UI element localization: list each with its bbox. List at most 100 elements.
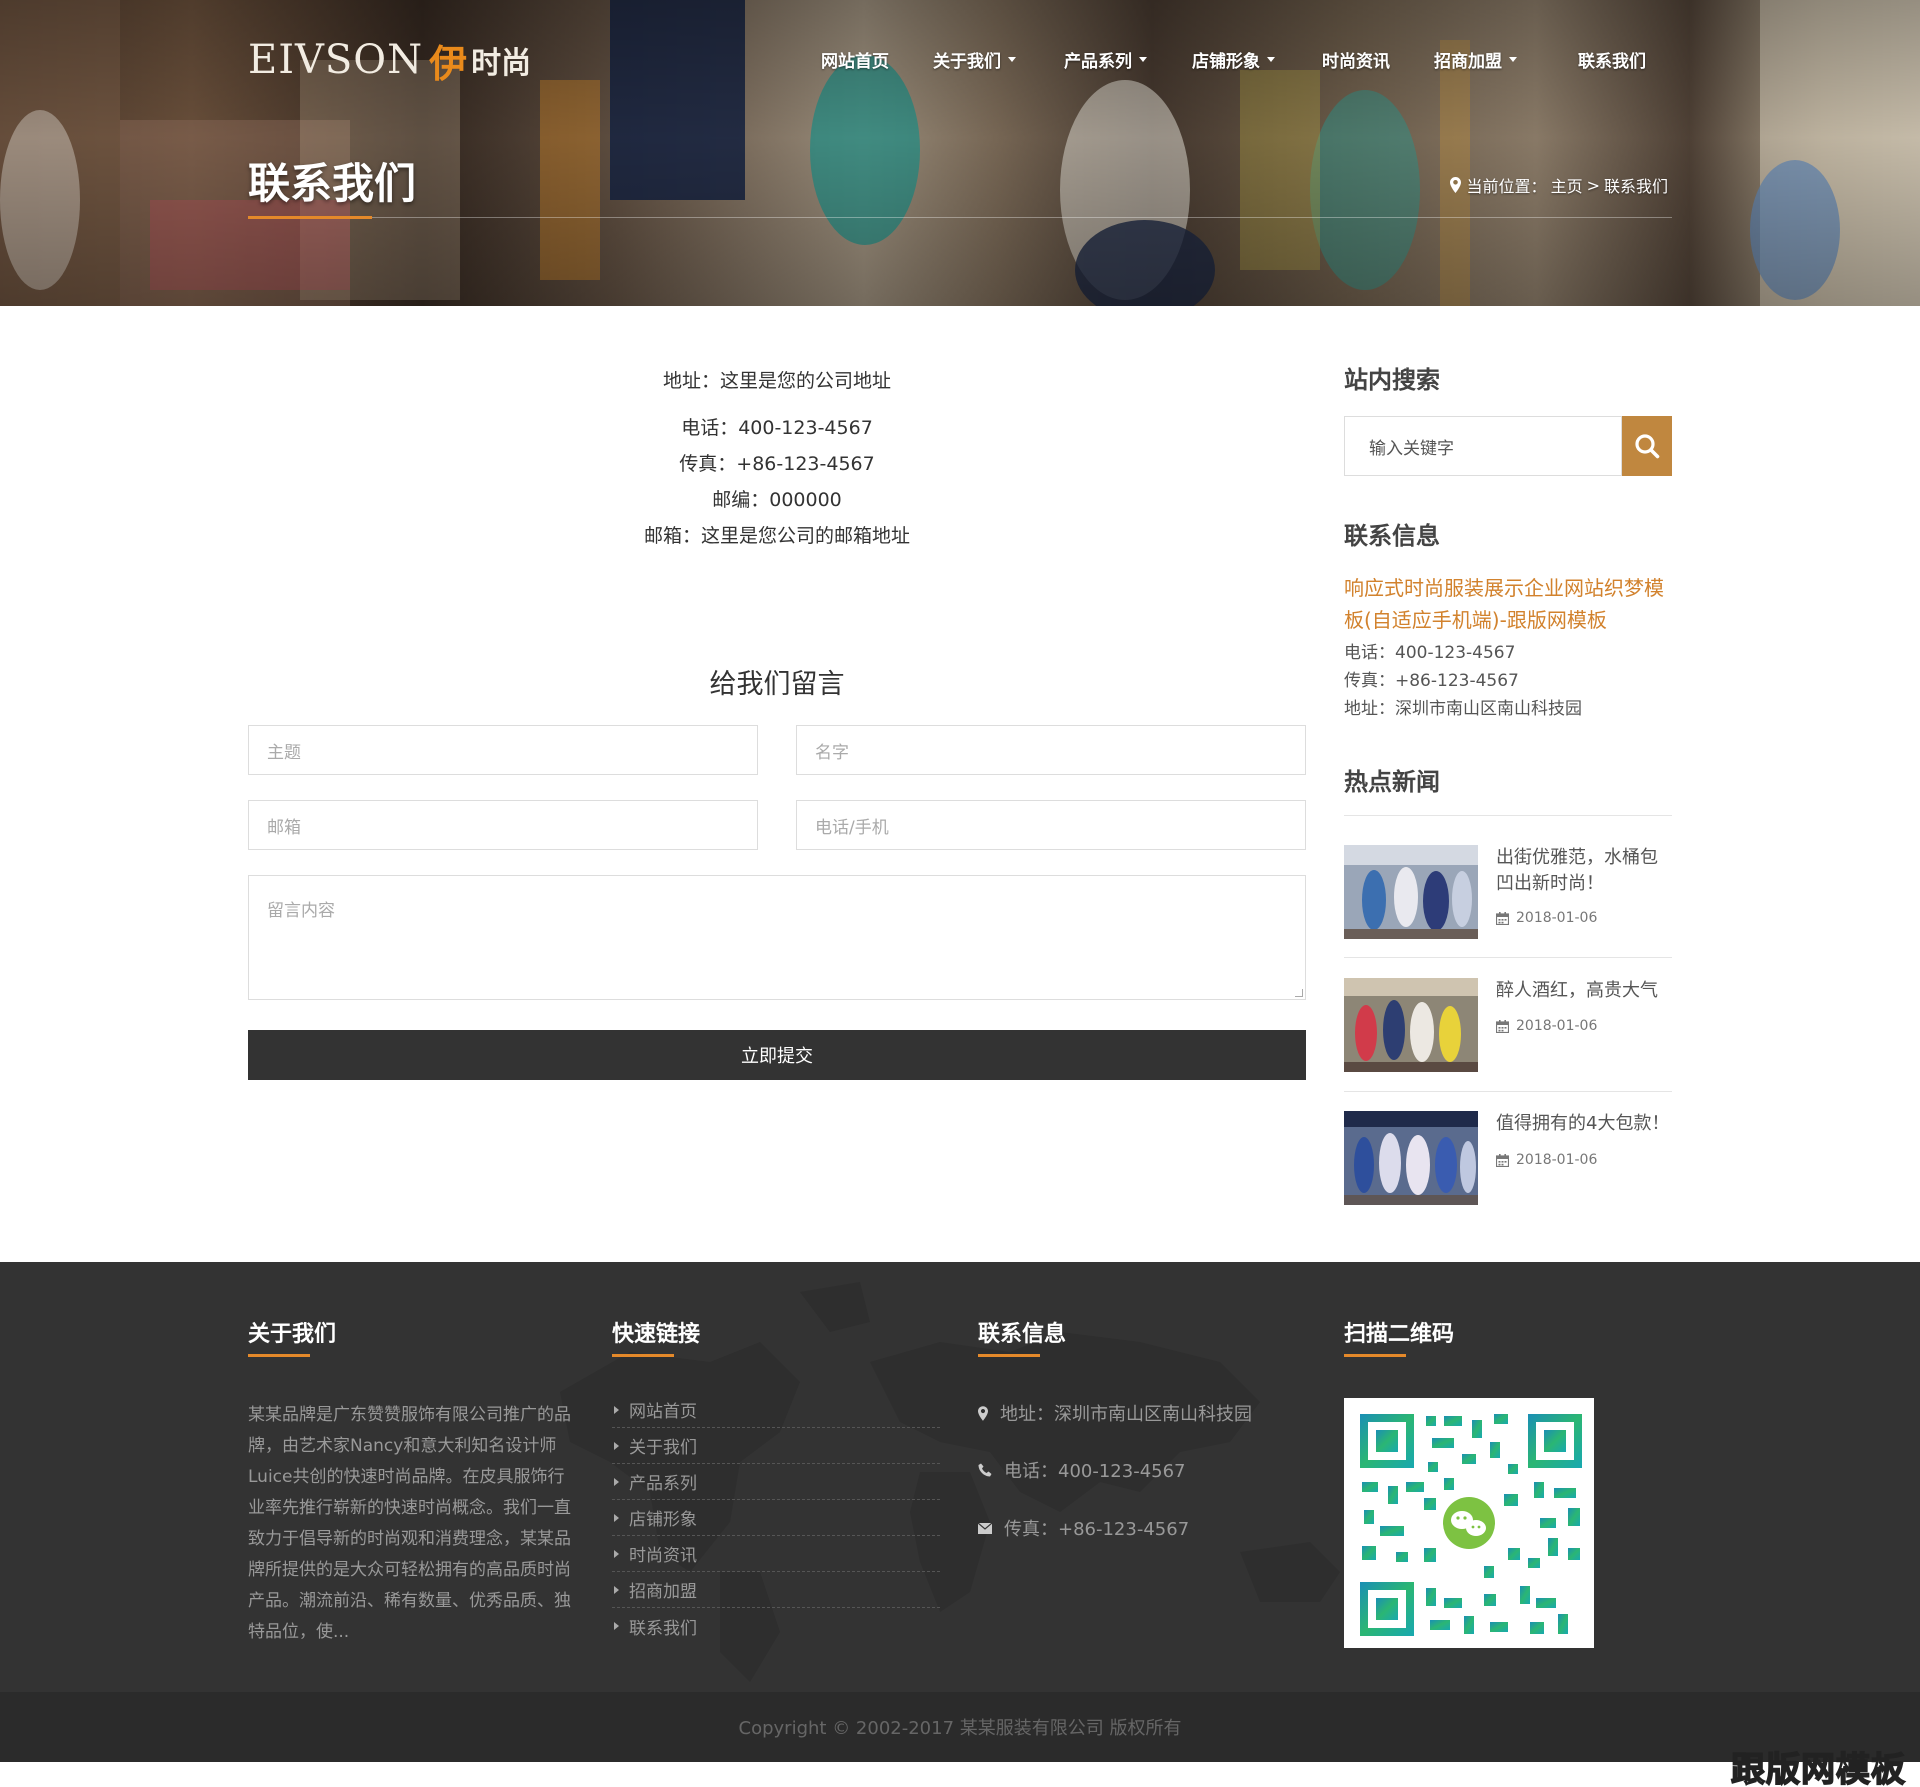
news-thumbnail[interactable] xyxy=(1344,1111,1478,1205)
phone-icon xyxy=(978,1463,992,1477)
email-input[interactable]: 邮箱 xyxy=(248,800,758,850)
caret-right-icon xyxy=(614,1513,619,1522)
site-logo[interactable]: EIVSON 伊 时尚 xyxy=(248,37,532,86)
search-placeholder: 输入关键字 xyxy=(1369,438,1454,459)
news-thumbnail-image xyxy=(1344,845,1478,939)
contact-address: 地址：这里是您的公司地址 xyxy=(662,370,891,392)
news-title[interactable]: 醉人酒红，高贵大气 xyxy=(1496,978,1672,1004)
nav-item-label: 招商加盟 xyxy=(1434,52,1502,72)
nav-item-label: 店铺形象 xyxy=(1192,52,1260,72)
footer-link-contact[interactable]: 联系我们 xyxy=(612,1608,940,1644)
breadcrumb-separator: > xyxy=(1586,175,1600,195)
qr-code-image xyxy=(1360,1414,1582,1636)
search-heading: 站内搜索 xyxy=(1344,366,1440,394)
footer-heading-underline xyxy=(612,1354,674,1357)
breadcrumb-home-link[interactable]: 主页 xyxy=(1551,173,1583,197)
calendar-icon xyxy=(1496,1019,1509,1033)
caret-right-icon xyxy=(614,1622,619,1630)
banner-divider xyxy=(372,217,1672,218)
calendar-icon xyxy=(1496,1153,1509,1167)
footer-heading-underline xyxy=(978,1354,1040,1357)
search-input[interactable]: 输入关键字 xyxy=(1344,416,1622,476)
calendar-icon xyxy=(1496,911,1509,925)
news-title[interactable]: 值得拥有的4大包款！ xyxy=(1496,1111,1672,1137)
news-date: 2018-01-06 xyxy=(1496,910,1597,926)
page-title: 联系我们 xyxy=(248,159,417,208)
footer-link-label: 招商加盟 xyxy=(629,1582,697,1602)
caret-right-icon xyxy=(614,1405,619,1414)
news-thumbnail[interactable] xyxy=(1344,978,1478,1072)
phone-input[interactable]: 电话/手机 xyxy=(796,800,1306,850)
nav-item-news[interactable]: 时尚资讯 xyxy=(1322,47,1390,72)
footer-link-about[interactable]: 关于我们 xyxy=(612,1428,940,1464)
footer-link-franchise[interactable]: 招商加盟 xyxy=(612,1572,940,1608)
message-textarea[interactable]: 留言内容 xyxy=(248,875,1306,1000)
nav-item-franchise[interactable]: 招商加盟 xyxy=(1434,47,1517,72)
map-marker-icon xyxy=(978,1405,988,1421)
nav-item-about[interactable]: 关于我们 xyxy=(933,47,1016,72)
news-thumbnail-image xyxy=(1344,978,1478,1072)
subject-placeholder: 主题 xyxy=(267,742,301,763)
caret-down-icon xyxy=(1267,57,1275,62)
footer-contact-phone-text: 电话：400-123-4567 xyxy=(1004,1461,1186,1482)
name-input[interactable]: 名字 xyxy=(796,725,1306,775)
news-date: 2018-01-06 xyxy=(1496,1152,1597,1168)
nav-item-label: 网站首页 xyxy=(821,52,889,72)
message-placeholder: 留言内容 xyxy=(267,901,335,921)
footer-qr-heading: 扫描二维码 xyxy=(1344,1322,1455,1347)
news-date-text: 2018-01-06 xyxy=(1516,910,1598,926)
footer-contact-heading: 联系信息 xyxy=(978,1322,1067,1347)
site-template-link[interactable]: 响应式时尚服装展示企业网站织梦模板(自适应手机端)-跟版网模板 xyxy=(1344,572,1674,636)
footer-heading-underline xyxy=(248,1354,310,1357)
map-marker-icon xyxy=(1449,177,1461,193)
footer-contact-address-text: 地址：深圳市南山区南山科技园 xyxy=(1000,1404,1252,1425)
footer-contact-fax-text: 传真：+86-123-4567 xyxy=(1004,1519,1190,1540)
caret-down-icon xyxy=(1509,57,1517,62)
footer-link-news[interactable]: 时尚资讯 xyxy=(612,1536,940,1572)
news-date-text: 2018-01-06 xyxy=(1516,1152,1598,1168)
nav-item-contact[interactable]: 联系我们 xyxy=(1578,47,1646,72)
breadcrumb-current: 联系我们 xyxy=(1603,177,1668,196)
resize-handle-icon[interactable] xyxy=(1295,989,1303,997)
logo-chinese-text: 时尚 xyxy=(471,46,532,81)
news-thumbnail[interactable] xyxy=(1344,845,1478,939)
sidebar-address: 地址：深圳市南山区南山科技园 xyxy=(1344,699,1582,719)
copyright-bar: Copyright © 2002-2017 某某服装有限公司 版权所有 xyxy=(0,1692,1920,1762)
phone-placeholder: 电话/手机 xyxy=(815,817,889,838)
nav-item-label: 产品系列 xyxy=(1064,52,1132,72)
nav-item-stores[interactable]: 店铺形象 xyxy=(1192,47,1275,72)
footer-about-heading: 关于我们 xyxy=(248,1322,337,1347)
footer-link-stores[interactable]: 店铺形象 xyxy=(612,1500,940,1536)
footer-about-text: 某某品牌是广东赞赞服饰有限公司推广的品牌，由艺术家Nancy和意大利知名设计师L… xyxy=(248,1405,571,1642)
subject-input[interactable]: 主题 xyxy=(248,725,758,775)
search-icon xyxy=(1635,434,1660,459)
submit-label: 立即提交 xyxy=(741,1046,813,1067)
nav-item-products[interactable]: 产品系列 xyxy=(1064,47,1147,72)
footer-contact-address: 地址：深圳市南山区南山科技园 xyxy=(978,1400,1252,1426)
footer-link-label: 产品系列 xyxy=(629,1474,697,1494)
footer-link-products[interactable]: 产品系列 xyxy=(612,1464,940,1500)
caret-right-icon xyxy=(614,1585,619,1594)
footer-heading-underline xyxy=(1344,1354,1406,1357)
nav-item-label: 关于我们 xyxy=(933,52,1001,72)
footer-link-home[interactable]: 网站首页 xyxy=(612,1392,940,1428)
logo-chinese-mark: 伊 xyxy=(429,41,468,86)
email-placeholder: 邮箱 xyxy=(267,817,301,838)
watermark: 跟版网模板 xyxy=(1730,1749,1906,1787)
envelope-icon xyxy=(978,1522,992,1534)
sidebar-phone: 电话：400-123-4567 xyxy=(1344,643,1516,663)
sidebar-fax: 传真：+86-123-4567 xyxy=(1344,671,1519,691)
nav-item-label: 联系我们 xyxy=(1578,52,1646,72)
news-thumbnail-image xyxy=(1344,1111,1478,1205)
news-title[interactable]: 出街优雅范，水桶包凹出新时尚！ xyxy=(1496,845,1672,897)
submit-button[interactable]: 立即提交 xyxy=(248,1030,1306,1080)
nav-item-home[interactable]: 网站首页 xyxy=(821,47,889,72)
footer-link-label: 关于我们 xyxy=(629,1438,697,1458)
caret-right-icon xyxy=(614,1441,619,1450)
search-button[interactable] xyxy=(1622,416,1672,476)
caret-right-icon xyxy=(614,1549,619,1558)
caret-down-icon xyxy=(1139,57,1147,62)
footer-links-heading: 快速链接 xyxy=(612,1322,701,1347)
breadcrumb-prefix: 当前位置： xyxy=(1466,177,1547,196)
page-banner: EIVSON 伊 时尚 网站首页 关于我们 产品系列 店铺形象 时尚资讯 招商加… xyxy=(0,0,1920,306)
